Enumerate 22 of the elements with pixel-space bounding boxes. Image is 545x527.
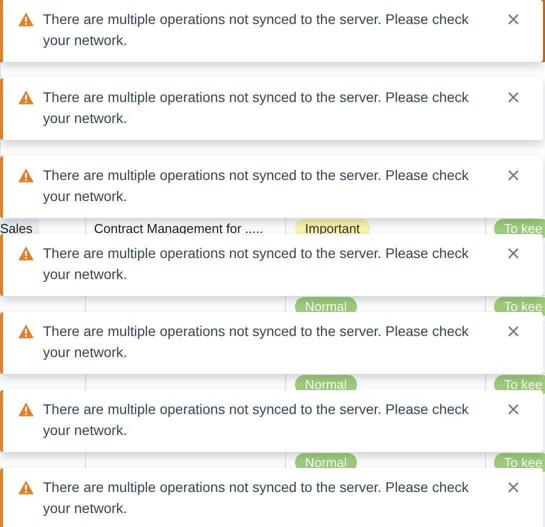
close-button[interactable]: × [504,479,523,497]
notification-message: There are multiple operations not synced to the server. Please check your network. [43,10,470,50]
subject-text: Contract Management for ..... [94,221,264,236]
warning-icon [18,246,34,261]
notification-message: There are multiple operations not synced to the server. Please check your network. [43,88,470,128]
close-button[interactable]: × [504,323,523,341]
close-button[interactable]: × [504,11,523,29]
notification-message: There are multiple operations not synced to the server. Please check your network. [43,478,470,518]
close-button[interactable]: × [504,245,523,263]
close-button[interactable]: × [504,89,523,107]
warning-icon [18,402,34,417]
warning-icon [18,480,34,495]
close-button[interactable]: × [504,167,523,185]
notification-message: There are multiple operations not synced to the server. Please check your network. [43,322,470,362]
warning-icon [18,324,34,339]
warning-icon [18,90,34,105]
notification-message: There are multiple operations not synced to the server. Please check your network. [43,400,470,440]
close-button[interactable]: × [504,401,523,419]
notification-message: There are multiple operations not synced to the server. Please check your network. [43,244,470,284]
notification-message: There are multiple operations not synced to the server. Please check your network. [43,166,470,206]
warning-icon [18,12,34,27]
warning-icon [18,168,34,183]
